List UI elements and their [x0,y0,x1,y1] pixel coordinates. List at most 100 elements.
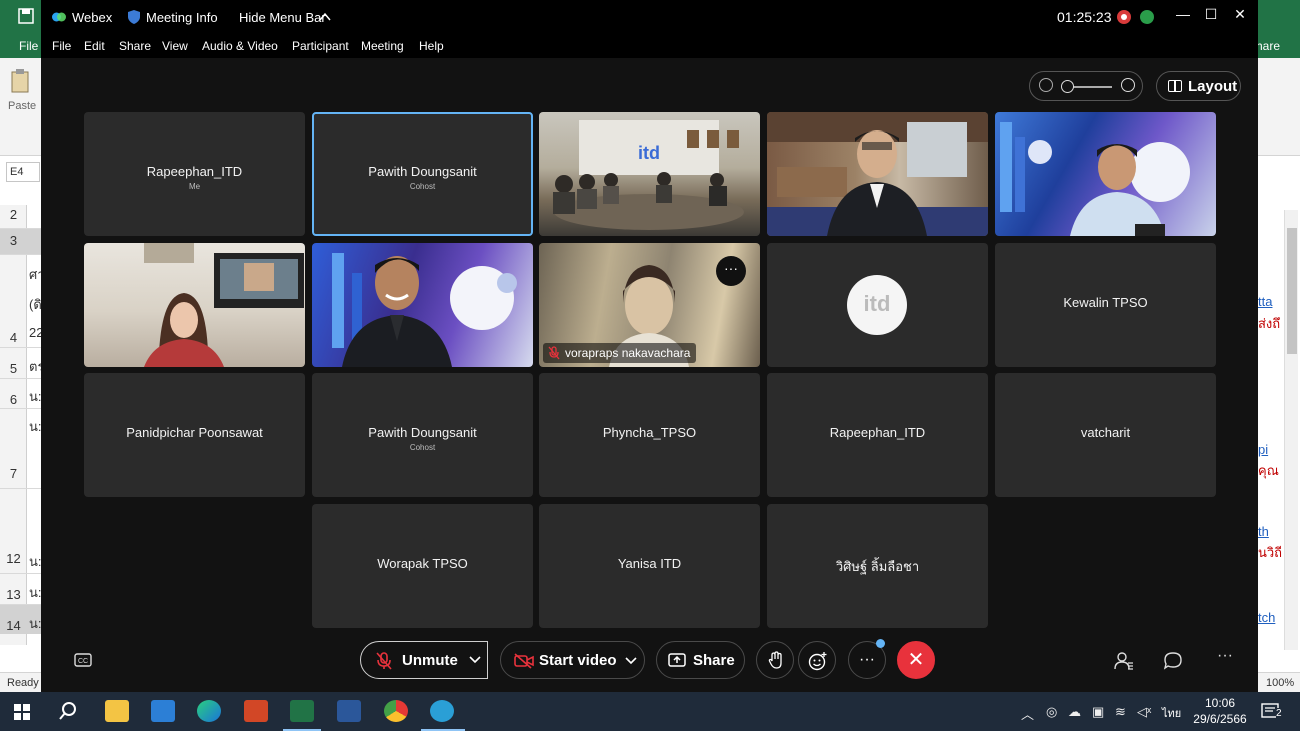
participant-video-woman-with-tv[interactable] [84,243,305,367]
webex-taskbar-icon[interactable] [430,700,454,722]
chat-icon[interactable] [1163,651,1183,671]
participant-tile[interactable]: itd [767,243,988,367]
more-options-button[interactable]: ··· [848,639,886,679]
menu-share[interactable]: Share [119,39,151,53]
cloud-icon[interactable]: ☁ [1068,704,1081,720]
captions-icon[interactable]: CC [74,653,92,667]
minimize-icon[interactable]: — [1173,6,1193,26]
row-number[interactable]: 6 [0,392,27,407]
reactions-button[interactable] [798,641,836,679]
row-number[interactable]: 14 [0,618,27,633]
muted-mic-icon [376,652,392,670]
participant-tile[interactable]: Pawith Doungsanit Cohost [312,373,533,497]
chrome-icon[interactable] [384,700,408,722]
wifi-icon[interactable]: ≋ [1115,704,1126,720]
start-video-button[interactable]: Start video [500,641,645,679]
participant-name: Pawith Doungsanit [368,425,477,440]
menu-help[interactable]: Help [419,39,444,53]
recording-indicator-icon[interactable] [1117,10,1131,24]
save-icon[interactable] [18,8,34,24]
excel-icon[interactable] [290,700,314,722]
layout-button[interactable]: Layout [1156,71,1241,101]
participants-icon[interactable] [1114,651,1134,671]
paste-label[interactable]: Paste [8,100,36,112]
participant-video-man-smiling[interactable] [312,243,533,367]
menu-file[interactable]: File [52,39,71,53]
participant-tile-active-speaker[interactable]: Pawith Doungsanit Cohost [312,112,533,236]
participant-tile[interactable]: วิศิษฐ์ ลิ้มลือชา [767,504,988,628]
more-options-button[interactable]: ··· [716,256,746,286]
paste-icon[interactable] [10,68,30,94]
menu-view[interactable]: View [162,39,188,53]
share-button[interactable]: Share [656,641,745,679]
zoom-out-icon[interactable] [1039,78,1053,92]
chevron-up-icon[interactable] [319,10,331,24]
row-number[interactable]: 5 [0,361,27,376]
maximize-icon[interactable]: ☐ [1201,6,1221,26]
row-number[interactable]: 2 [0,207,27,222]
word-icon[interactable] [337,700,361,722]
row-number[interactable]: 7 [0,466,27,481]
participant-tile[interactable]: vatcharit [995,373,1216,497]
audio-options-dropdown[interactable] [462,641,488,679]
participant-video-man-itd-background[interactable] [995,112,1216,236]
more-panels-icon[interactable]: ··· [1217,647,1233,665]
row-number[interactable]: 13 [0,587,27,602]
meet-now-icon[interactable]: ◎ [1046,704,1057,720]
row-number[interactable]: 3 [0,233,27,248]
participant-tile[interactable]: Panidpichar Poonsawat [84,373,305,497]
excel-vertical-scrollbar[interactable] [1284,210,1298,650]
cell-link[interactable]: pi [1258,442,1268,457]
volume-icon[interactable]: ◁ˣ [1137,704,1151,720]
windows-start-icon[interactable] [14,704,30,720]
name-box[interactable]: E4 [6,162,40,182]
close-window-icon[interactable]: ✕ [1230,6,1250,26]
leave-meeting-button[interactable]: ✕ [897,641,935,679]
participant-tile[interactable]: Rapeephan_ITD [767,373,988,497]
network-health-icon[interactable] [1140,10,1154,24]
participant-tile[interactable]: Kewalin TPSO [995,243,1216,367]
participant-tile[interactable]: Worapak TPSO [312,504,533,628]
menu-audio-video[interactable]: Audio & Video [202,39,278,53]
excel-tab-file[interactable]: File [19,39,38,53]
participant-tile[interactable]: Yanisa ITD [539,504,760,628]
cell-link[interactable]: tch [1258,610,1275,625]
input-language[interactable]: ไทย [1162,704,1181,722]
menu-participant[interactable]: Participant [292,39,349,53]
excel-zoom-level[interactable]: 100% [1266,677,1294,689]
menu-meeting[interactable]: Meeting [361,39,404,53]
zoom-control[interactable] [1029,71,1143,101]
participant-tile[interactable]: Phyncha_TPSO [539,373,760,497]
cell-red-text: คุณ [1258,463,1279,478]
participant-video-conference-room[interactable]: itd [539,112,760,236]
meeting-info-button[interactable]: Meeting Info [146,10,218,25]
hide-menu-bar-button[interactable]: Hide Menu Bar [239,10,326,25]
zoom-in-icon[interactable] [1121,78,1135,92]
participant-name: วิศิษฐ์ ลิ้มลือชา [835,559,920,574]
scrollbar-thumb[interactable] [1287,228,1297,354]
cell-link[interactable]: tta [1258,294,1272,309]
powerpoint-icon[interactable] [244,700,268,722]
device-icon[interactable]: ▣ [1092,704,1104,720]
cell-link[interactable]: th [1258,524,1269,539]
row-number[interactable]: 4 [0,330,27,345]
search-icon[interactable] [58,701,78,721]
participant-video-woman-blinds[interactable]: ··· vorapraps nakavachara [539,243,760,367]
row-headers [0,205,27,645]
mail-icon[interactable] [151,700,175,722]
zoom-slider-handle[interactable] [1061,80,1074,93]
zoom-slider-track[interactable] [1068,86,1112,88]
edge-browser-icon[interactable] [197,700,221,722]
raise-hand-button[interactable] [756,641,794,679]
row-number[interactable]: 12 [0,551,27,566]
system-date[interactable]: 29/6/2566 [1190,712,1250,726]
chevron-down-icon[interactable] [625,656,637,666]
system-time[interactable]: 10:06 [1192,696,1248,710]
participant-video-man-office[interactable] [767,112,988,236]
menu-edit[interactable]: Edit [84,39,105,53]
participant-tile[interactable]: Rapeephan_ITD Me [84,112,305,236]
chevron-up-icon[interactable]: ︿ [1021,704,1034,723]
more-icon: ··· [859,651,875,668]
file-explorer-icon[interactable] [105,700,129,722]
excel-tab-share[interactable]: hare [1256,39,1280,53]
